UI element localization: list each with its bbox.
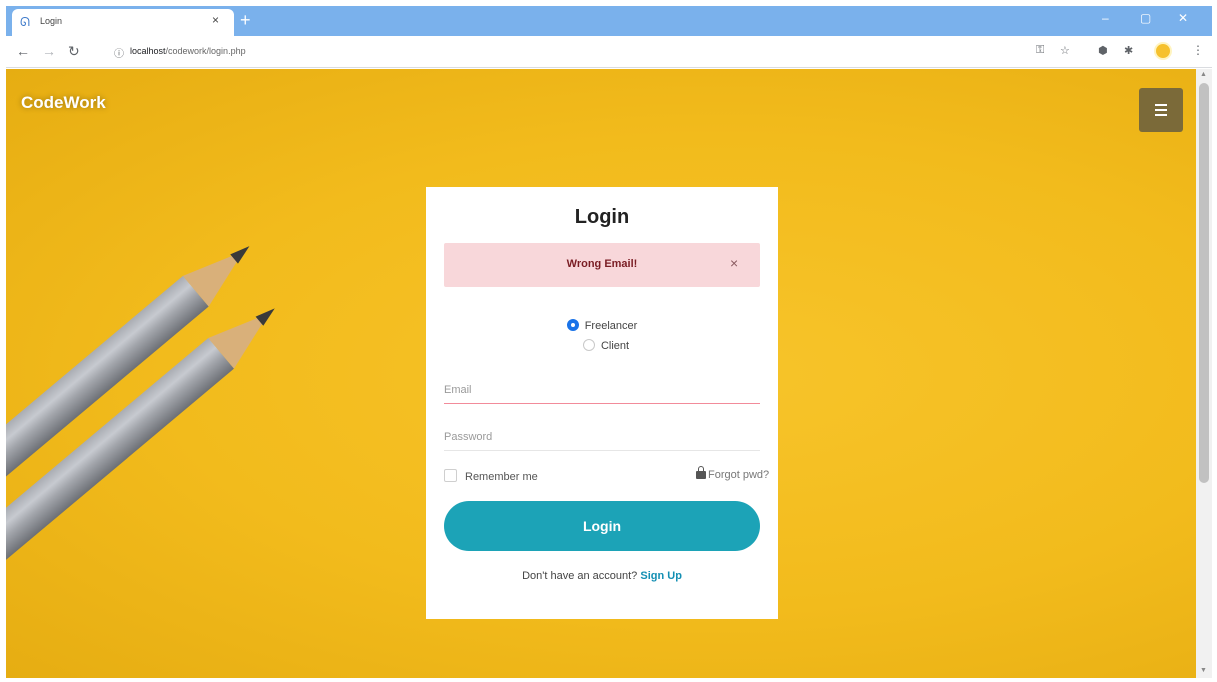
avatar-icon[interactable] [1154,42,1172,60]
radio-label: Client [600,340,630,352]
signup-row: Don't have an account? Sign Up [426,570,778,582]
tab-title: Login [40,16,63,26]
tab-bar: ᘏ Login × + – ▢ ✕ [6,6,1212,36]
email-input[interactable] [444,376,760,404]
signup-prompt: Don't have an account? [522,570,638,582]
alert-message: Wrong Email! [566,258,638,270]
star-icon[interactable]: ☆ [1060,44,1070,57]
minimize-button[interactable]: – [1102,11,1109,25]
info-icon[interactable]: ⓘ [114,45,124,60]
tab-close-icon[interactable]: × [212,13,219,27]
login-button[interactable]: Login [444,501,760,551]
remember-me[interactable]: Remember me [444,469,538,483]
address-bar: ← → ↻ ⓘ localhost/codework/login.php ⚿ ☆… [6,36,1212,68]
forgot-label: Forgot pwd? [708,469,770,481]
remember-checkbox[interactable] [444,469,457,482]
radio-unchecked-icon[interactable] [582,339,595,351]
reload-icon[interactable]: ↻ [68,43,80,60]
browser-menu-icon[interactable]: ⋮ [1192,43,1204,57]
hamburger-icon [1155,104,1167,116]
extension-icon[interactable]: ⬢ [1098,44,1108,57]
key-icon[interactable]: ⚿ [1036,44,1044,57]
login-card: Login Wrong Email! × Freelancer Client R… [426,187,778,619]
url-host: localhost [130,46,166,56]
close-icon[interactable]: × [730,255,738,271]
remember-label: Remember me [465,471,538,483]
radio-freelancer[interactable]: Freelancer [426,319,778,332]
signup-link[interactable]: Sign Up [640,570,682,582]
page-viewport: CodeWork Login Wrong Email! × Freelancer… [6,69,1196,678]
hamburger-menu-button[interactable] [1139,88,1183,132]
login-title: Login [574,206,630,228]
restore-button[interactable]: ▢ [1140,11,1151,25]
url-path: /codework/login.php [165,46,246,56]
scroll-up-icon[interactable]: ▲ [1200,71,1207,78]
lock-icon [696,466,706,479]
url-field[interactable]: localhost/codework/login.php [130,46,246,56]
browser-window: ᘏ Login × + – ▢ ✕ ← → ↻ ⓘ localhost/code… [6,6,1212,678]
error-alert: Wrong Email! × [444,243,760,287]
codework-logo-icon: ᘏ [20,15,30,29]
tab-login[interactable]: ᘏ Login × [12,9,234,36]
forgot-password-link[interactable]: Forgot pwd? [696,466,770,481]
radio-checked-icon[interactable] [566,319,579,331]
new-tab-button[interactable]: + [240,9,251,31]
close-window-button[interactable]: ✕ [1178,11,1188,25]
radio-client[interactable]: Client [426,339,778,352]
brand-logo[interactable]: CodeWork [21,93,106,113]
arrow-left-icon[interactable]: ← [16,43,30,59]
scroll-down-icon[interactable]: ▼ [1200,667,1207,674]
scroll-thumb[interactable] [1199,83,1209,483]
radio-label: Freelancer [584,320,638,332]
password-input[interactable] [444,423,760,451]
puzzle-icon[interactable]: ✱ [1124,44,1133,57]
page-scrollbar[interactable]: ▲ ▼ [1196,69,1212,678]
arrow-right-icon[interactable]: → [42,43,56,59]
